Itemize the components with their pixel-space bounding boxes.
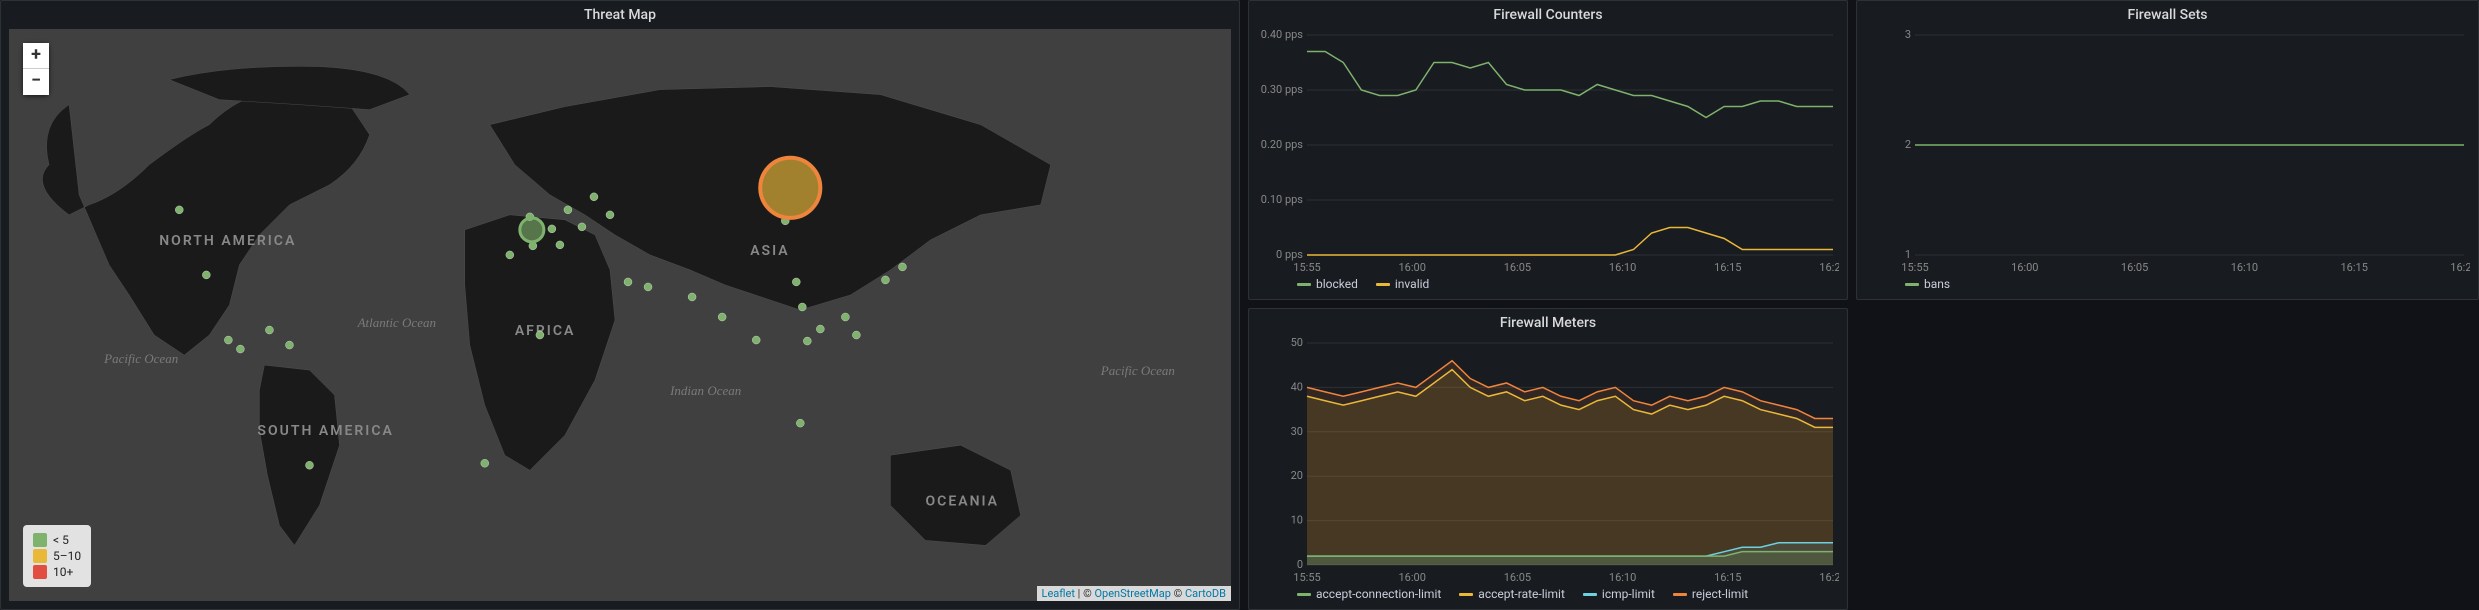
svg-text:0.20 pps: 0.20 pps bbox=[1261, 138, 1304, 151]
legend-dash bbox=[1905, 283, 1919, 286]
svg-text:2: 2 bbox=[1905, 138, 1911, 151]
sets-chart[interactable]: 1 2 3 15:55 16:00 16:05 16:10 16:15 16:20 bbox=[1865, 29, 2470, 273]
panel-title: Firewall Meters bbox=[1249, 309, 1847, 337]
zoom-in-button[interactable]: + bbox=[23, 43, 49, 69]
chart-legend: blocked invalid bbox=[1257, 273, 1839, 291]
svg-text:0.40 pps: 0.40 pps bbox=[1261, 29, 1304, 41]
north-america bbox=[42, 89, 369, 355]
africa bbox=[465, 215, 615, 470]
carto-link[interactable]: CartoDB bbox=[1185, 587, 1226, 600]
legend-dash bbox=[1376, 283, 1390, 286]
firewall-meters-panel: Firewall Meters 0 10 20 30 40 50 15:55 16:00 16:… bbox=[1248, 308, 1848, 610]
svg-text:15:55: 15:55 bbox=[1901, 261, 1928, 273]
svg-text:16:00: 16:00 bbox=[1398, 571, 1425, 583]
legend-label: < 5 bbox=[53, 533, 69, 547]
chart-legend: accept-connection-limit accept-rate-limi… bbox=[1257, 583, 1839, 601]
svg-text:15:55: 15:55 bbox=[1293, 261, 1320, 273]
firewall-sets-panel: Firewall Sets 1 2 3 15:55 16:00 16:05 16:10 16:… bbox=[1856, 0, 2479, 300]
zoom-out-button[interactable]: − bbox=[23, 69, 49, 95]
svg-text:20: 20 bbox=[1291, 469, 1303, 482]
legend-dash bbox=[1673, 593, 1687, 596]
south-america bbox=[259, 365, 339, 545]
svg-text:16:10: 16:10 bbox=[2231, 261, 2258, 273]
legend-dash bbox=[1297, 283, 1311, 286]
greenland bbox=[169, 66, 409, 109]
svg-text:0.30 pps: 0.30 pps bbox=[1261, 83, 1304, 96]
legend-label: 5–10 bbox=[53, 549, 81, 563]
legend-item-accept-connection-limit[interactable]: accept-connection-limit bbox=[1297, 587, 1441, 601]
svg-text:16:15: 16:15 bbox=[2340, 261, 2367, 273]
legend-item-blocked[interactable]: blocked bbox=[1297, 277, 1358, 291]
map-canvas[interactable]: + − NORTH AMERICA SOUTH AMERICA AFRICA A… bbox=[9, 29, 1231, 601]
legend-item-icmp-limit[interactable]: icmp-limit bbox=[1583, 587, 1655, 601]
svg-text:16:10: 16:10 bbox=[1609, 261, 1636, 273]
ocean-label: Atlantic Ocean bbox=[357, 315, 436, 330]
zoom-controls: + − bbox=[23, 43, 49, 95]
svg-text:16:05: 16:05 bbox=[2121, 261, 2148, 273]
legend-item-accept-rate-limit[interactable]: accept-rate-limit bbox=[1459, 587, 1565, 601]
svg-text:15:55: 15:55 bbox=[1293, 571, 1320, 583]
continent-label: ASIA bbox=[750, 243, 789, 259]
legend-item-reject-limit[interactable]: reject-limit bbox=[1673, 587, 1748, 601]
svg-text:16:05: 16:05 bbox=[1504, 571, 1531, 583]
legend-dash bbox=[1583, 593, 1597, 596]
threat-map-panel: Threat Map + − NORTH AMERICA SOUTH AMERI… bbox=[0, 0, 1240, 610]
legend-swatch bbox=[33, 549, 47, 563]
firewall-counters-panel: Firewall Counters 0 pps0.10 pps0.20 pps0… bbox=[1248, 0, 1848, 300]
leaflet-link[interactable]: Leaflet bbox=[1042, 587, 1075, 600]
continent-label: AFRICA bbox=[515, 323, 576, 339]
svg-text:40: 40 bbox=[1291, 380, 1303, 393]
panel-title: Firewall Sets bbox=[1857, 1, 2478, 29]
ocean-label: Pacific Ocean bbox=[103, 351, 178, 366]
svg-text:16:00: 16:00 bbox=[2011, 261, 2038, 273]
ocean-label: Indian Ocean bbox=[669, 383, 741, 398]
empty-space bbox=[1856, 308, 2479, 610]
svg-text:16:05: 16:05 bbox=[1504, 261, 1531, 273]
osm-link[interactable]: OpenStreetMap bbox=[1094, 587, 1170, 600]
world-map: NORTH AMERICA SOUTH AMERICA AFRICA ASIA … bbox=[9, 29, 1231, 601]
svg-text:16:00: 16:00 bbox=[1398, 261, 1425, 273]
continent-label: NORTH AMERICA bbox=[159, 233, 296, 249]
svg-text:10: 10 bbox=[1291, 514, 1303, 527]
legend-item-bans[interactable]: bans bbox=[1905, 277, 1950, 291]
continent-label: SOUTH AMERICA bbox=[257, 423, 393, 439]
legend-dash bbox=[1297, 593, 1311, 596]
legend-dash bbox=[1459, 593, 1473, 596]
panel-title: Firewall Counters bbox=[1249, 1, 1847, 29]
ocean-label: Pacific Ocean bbox=[1100, 363, 1175, 378]
svg-text:30: 30 bbox=[1291, 425, 1303, 438]
svg-text:50: 50 bbox=[1291, 337, 1303, 349]
svg-text:0.10 pps: 0.10 pps bbox=[1261, 193, 1304, 206]
map-attribution: Leaflet | © OpenStreetMap © CartoDB bbox=[1037, 586, 1231, 601]
svg-text:16:10: 16:10 bbox=[1609, 571, 1636, 583]
chart-legend: bans bbox=[1865, 273, 2470, 291]
continent-label: OCEANIA bbox=[926, 493, 1000, 509]
legend-swatch bbox=[33, 533, 47, 547]
threat-cluster-large[interactable] bbox=[760, 158, 820, 218]
svg-text:16:15: 16:15 bbox=[1714, 571, 1741, 583]
counters-chart[interactable]: 0 pps 0.10 pps 0.20 pps 0.30 pps 0.40 pps 15:… bbox=[1257, 29, 1839, 273]
panel-title: Threat Map bbox=[1, 1, 1239, 29]
legend-label: 10+ bbox=[53, 565, 73, 579]
svg-text:1: 1 bbox=[1905, 248, 1911, 261]
meters-chart[interactable]: 0 10 20 30 40 50 15:55 16:00 16:05 16:10 16:15 16:2… bbox=[1257, 337, 1839, 583]
svg-text:0 pps: 0 pps bbox=[1276, 248, 1303, 261]
svg-text:3: 3 bbox=[1905, 29, 1911, 41]
legend-swatch bbox=[33, 565, 47, 579]
legend-item-invalid[interactable]: invalid bbox=[1376, 277, 1429, 291]
svg-text:0: 0 bbox=[1297, 558, 1303, 571]
svg-text:16:20: 16:20 bbox=[1819, 571, 1839, 583]
map-legend: < 5 5–10 10+ bbox=[23, 525, 91, 587]
svg-text:16:20: 16:20 bbox=[1819, 261, 1839, 273]
svg-text:16:15: 16:15 bbox=[1714, 261, 1741, 273]
threat-cluster-medium[interactable] bbox=[520, 218, 544, 242]
svg-text:16:20: 16:20 bbox=[2450, 261, 2470, 273]
